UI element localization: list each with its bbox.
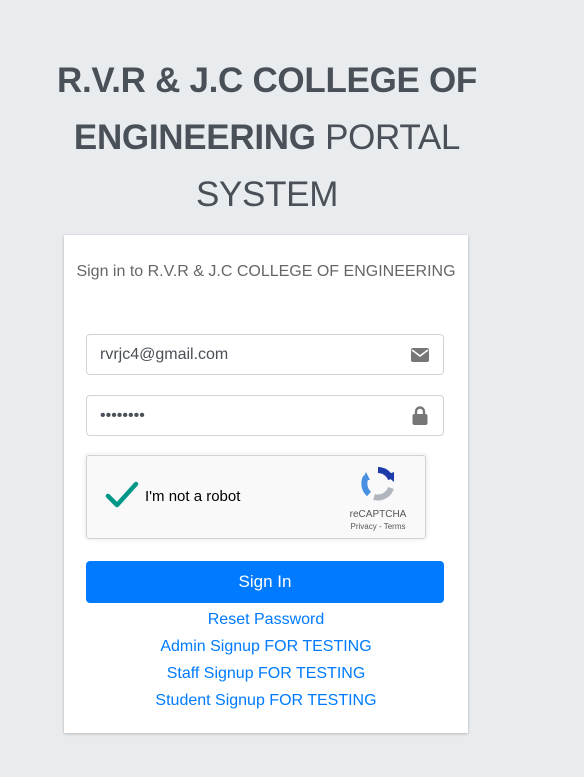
recaptcha-privacy-link[interactable]: Privacy (351, 522, 377, 531)
sign-in-button[interactable]: Sign In (86, 561, 444, 603)
recaptcha-brand-name: reCAPTCHA (349, 509, 407, 520)
login-card: Sign in to R.V.R & J.C COLLEGE OF ENGINE… (64, 235, 468, 733)
admin-signup-link[interactable]: Admin Signup FOR TESTING (64, 633, 468, 660)
checkmark-icon (105, 481, 139, 508)
envelope-icon (397, 335, 443, 374)
recaptcha-link-separator: - (376, 522, 384, 531)
login-links: Reset Password Admin Signup FOR TESTING … (64, 606, 468, 714)
login-box-message: Sign in to R.V.R & J.C COLLEGE OF ENGINE… (76, 263, 456, 280)
recaptcha-terms-link[interactable]: Terms (384, 522, 406, 531)
recaptcha-logo-icon (361, 467, 394, 501)
recaptcha-checkbox[interactable] (105, 480, 139, 510)
recaptcha-brand-links: Privacy - Terms (343, 522, 413, 531)
login-logo: R.V.R & J.C COLLEGE OF ENGINEERING PORTA… (0, 52, 534, 223)
reset-password-link[interactable]: Reset Password (64, 606, 468, 633)
staff-signup-link[interactable]: Staff Signup FOR TESTING (64, 660, 468, 687)
recaptcha-widget: I'm not a robot reCAPTCHA Privacy - Term… (86, 455, 426, 539)
recaptcha-brand: reCAPTCHA Privacy - Terms (343, 466, 413, 531)
password-input-group (86, 395, 444, 436)
email-input-group (86, 334, 444, 375)
password-input[interactable] (87, 396, 397, 435)
login-page: R.V.R & J.C COLLEGE OF ENGINEERING PORTA… (0, 0, 584, 777)
email-input[interactable] (87, 335, 397, 374)
student-signup-link[interactable]: Student Signup FOR TESTING (64, 687, 468, 714)
recaptcha-label: I'm not a robot (145, 488, 241, 505)
lock-icon (397, 396, 443, 435)
